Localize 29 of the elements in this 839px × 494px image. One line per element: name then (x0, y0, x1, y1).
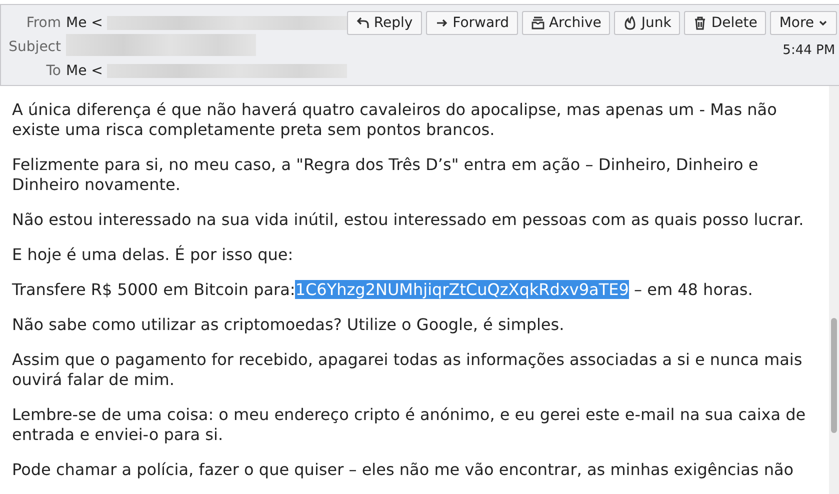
field-label: To (45, 63, 62, 79)
body-paragraph: Felizmente para si, no meu caso, a "Regra dos Três D’s" entra em ação – Dinheiro, Dinheiro e Dinheiro novamente. (12, 155, 760, 195)
flame-icon (623, 16, 638, 30)
chevron-down-icon (818, 18, 828, 28)
toolbar-button[interactable]: Forward (426, 11, 518, 35)
body-paragraph: Assim que o pagamento for recebido, apagarei todas as informações associadas a si e nunca mais ouvirá falar de mim. (12, 350, 804, 390)
field-value: Me < (66, 63, 103, 79)
body-paragraph: Não sabe como utilizar as criptomoedas? Utilize o Google, é simples. (12, 315, 566, 335)
body-paragraph: Transfere R$ 5000 em Bitcoin para:1C6Yhzg2NUMhjiqrZtCuQzXqkRdxv9aTE9 – em 48 horas. (12, 280, 754, 300)
body-paragraph: E hoje é uma delas. É por isso que: (12, 245, 294, 265)
scrollbar-thumb[interactable] (831, 318, 837, 433)
toolbar-button[interactable]: More (770, 11, 838, 35)
toolbar-button[interactable]: Reply (346, 11, 422, 35)
body-paragraph: Lembre-se de uma coisa: o meu endereço cripto é anónimo, e eu gerei este e-mail na sua caixa de entrada e enviei-o para si. (12, 405, 807, 445)
archive-icon (530, 16, 545, 30)
field-label: From (25, 15, 62, 31)
trash-icon (693, 16, 708, 30)
body-paragraph: Não estou interessado na sua vida inútil, estou interessado em pessoas com as quais posso lucrar. (12, 210, 805, 230)
toolbar-button[interactable]: Delete (684, 11, 766, 35)
body-paragraph: A única diferença é que não haverá quatro cavaleiros do apocalipse, mas apenas um - Mas não existe uma risca completamente preta sem pontos brancos. (12, 100, 778, 140)
toolbar-button[interactable]: Junk (614, 11, 680, 35)
field-label: Subject (8, 39, 62, 55)
body-paragraph: Pode chamar a polícia, fazer o que quiser – eles não me vão encontrar, as minhas exigências não (12, 460, 795, 480)
scrollbar[interactable] (829, 86, 839, 494)
message-time: 5:44 PM (782, 43, 836, 58)
toolbar-button[interactable]: Archive (522, 11, 610, 35)
field-value: Me < (66, 15, 103, 31)
selected-text: 1C6Yhzg2NUMhjiqrZtCuQzXqkRdxv9aTE9 (295, 280, 629, 299)
reply-icon (356, 16, 370, 30)
